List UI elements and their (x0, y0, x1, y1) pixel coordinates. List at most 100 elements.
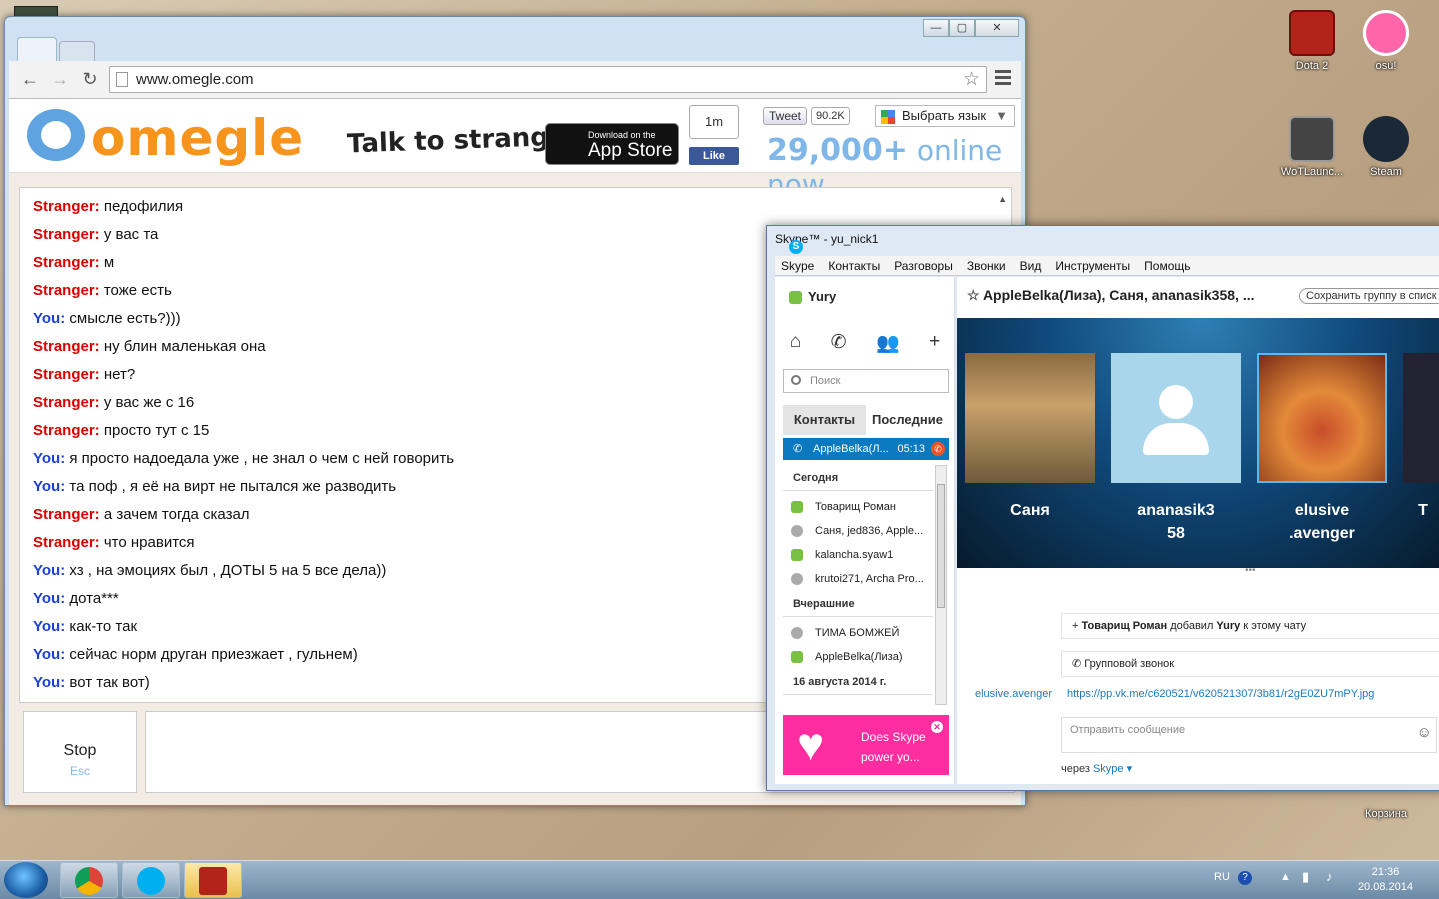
tab-recent[interactable]: Последние (866, 405, 949, 435)
participant-tile[interactable]: T (1403, 353, 1439, 522)
home-icon[interactable]: ⌂ (790, 331, 801, 355)
chat-message-text: дота*** (69, 590, 119, 607)
skype-search-input[interactable]: Поиск (783, 369, 949, 393)
skype-window: S Skype™ - yu_nick1 Skype Контакты Разговор… (766, 225, 1439, 791)
chat-message-author: You: (33, 618, 66, 635)
skype-menu-item[interactable]: Инструменты (1055, 256, 1130, 275)
help-icon[interactable]: ? (1238, 871, 1252, 885)
send-via: через Skype ▾ (1061, 763, 1133, 775)
end-call-icon[interactable]: ✆ (931, 442, 945, 456)
taskbar-chrome[interactable] (60, 862, 118, 898)
recent-item[interactable]: Товарищ Роман (783, 495, 933, 519)
omegle-logo-icon (27, 109, 85, 161)
skype-menu-item[interactable]: Skype (781, 256, 814, 275)
facebook-like-widget: 1m Like (689, 105, 739, 165)
chat-message-text: у вас же с 16 (103, 394, 195, 411)
save-group-button[interactable]: Сохранить группу в списк (1299, 288, 1439, 304)
forward-arrow-icon[interactable]: → (49, 69, 71, 90)
language-indicator[interactable]: RU (1214, 871, 1230, 883)
phone-icon[interactable]: ✆ (831, 331, 847, 355)
desktop-icon-osu[interactable]: osu! (1346, 10, 1426, 72)
tab-contacts[interactable]: Контакты (783, 405, 866, 435)
skype-menu-item[interactable]: Разговоры (894, 256, 953, 275)
tweet-button[interactable]: Tweet (763, 107, 808, 125)
default-avatar-icon (1111, 353, 1241, 483)
google-icon (881, 110, 895, 124)
recent-item[interactable]: krutoi271, Archa Pro... (783, 567, 933, 591)
conversation-title: ☆ AppleBelka(Лиза), Саня, ananasik358, .… (967, 287, 1255, 303)
close-button[interactable]: ✕ (975, 19, 1019, 37)
chat-event-added: + Товарищ Роман добавил Yury к этому чат… (1061, 613, 1439, 639)
chat-message-author: Stranger: (33, 394, 100, 411)
wot-icon (1289, 116, 1335, 162)
volume-icon[interactable]: ♪ (1326, 869, 1333, 884)
participant-tile-active[interactable]: elusive .avenger (1257, 353, 1387, 545)
language-select[interactable]: Выбрать язык ▼ (875, 105, 1015, 127)
show-hidden-icons[interactable]: ▲ (1280, 871, 1291, 883)
stop-button[interactable]: Stop Esc (23, 711, 137, 793)
desktop-icon-recycle-bin[interactable]: Корзина (1346, 808, 1426, 820)
skype-menu-item[interactable]: Помощь (1144, 256, 1190, 275)
call-stage: Саня ananasik3 58 elusive .avenger T (957, 318, 1439, 568)
recent-item[interactable]: ТИМА БОМЖЕЙ (783, 621, 933, 645)
desktop-icon-dota2[interactable]: Dota 2 (1272, 10, 1352, 72)
system-clock[interactable]: 21:36 20.08.2014 (1358, 865, 1413, 895)
network-icon[interactable]: ▮ (1302, 869, 1309, 885)
skype-menu-item[interactable]: Вид (1020, 256, 1042, 275)
participant-tile[interactable]: Саня (965, 353, 1095, 522)
scroll-up-icon[interactable]: ▲ (998, 194, 1007, 204)
skype-menu-item[interactable]: Контакты (828, 256, 880, 275)
taskbar-dota2[interactable] (184, 862, 242, 898)
skype-logo-icon: S (789, 240, 803, 254)
recent-list: Сегодня Товарищ Роман Саня, jed836, Apple.… (783, 465, 933, 699)
tweet-count: 90.2K (811, 107, 850, 125)
desktop-icon-wot[interactable]: WoTLaunc... (1272, 116, 1352, 178)
chat-message-author: You: (33, 646, 66, 663)
message-sender[interactable]: elusive.avenger (975, 688, 1052, 700)
emoticon-icon[interactable]: ☺ (1417, 724, 1432, 741)
skype-ad-banner[interactable]: ♥ Does Skype power yo... ✕ (783, 715, 949, 775)
chat-message-text: ну блин маленькая она (103, 338, 266, 355)
recent-list-scrollbar[interactable] (935, 465, 947, 705)
chat-message-author: You: (33, 310, 66, 327)
resize-handle[interactable]: ••• (1245, 565, 1256, 576)
taskbar-skype[interactable] (122, 862, 180, 898)
recent-item[interactable]: Саня, jed836, Apple... (783, 519, 933, 543)
omegle-logo[interactable]: omegle (23, 107, 303, 167)
close-ad-icon[interactable]: ✕ (931, 721, 943, 733)
recent-item[interactable]: kalancha.syaw1 (783, 543, 933, 567)
osu-icon (1363, 10, 1409, 56)
skype-message-input[interactable]: Отправить сообщение ☺ (1061, 717, 1437, 753)
app-store-badge[interactable]: Download on the App Store (545, 123, 679, 165)
group-icon[interactable]: 👥 (876, 331, 900, 355)
chat-message-text: нет? (103, 366, 136, 383)
fb-like-count: 1m (689, 105, 739, 139)
group-icon (791, 573, 803, 585)
chat-message-author: Stranger: (33, 422, 100, 439)
active-call-item[interactable]: ✆ AppleBelka(Л... 05:13 ✆ (783, 438, 949, 460)
back-arrow-icon[interactable]: ← (19, 69, 41, 90)
minimize-button[interactable]: — (923, 19, 949, 37)
chrome-icon (75, 867, 103, 895)
skype-user-status[interactable]: Yury (789, 289, 836, 305)
desktop-icon-steam[interactable]: Steam (1346, 116, 1426, 178)
send-via-select[interactable]: Skype (1093, 763, 1124, 775)
favorite-star-icon[interactable]: ☆ (967, 287, 980, 303)
address-bar[interactable]: www.omegle.com ☆ (109, 66, 987, 93)
fb-like-button[interactable]: Like (689, 147, 739, 165)
recent-item[interactable]: AppleBelka(Лиза) (783, 645, 933, 669)
new-tab-button[interactable] (59, 41, 95, 61)
steam-icon (1363, 116, 1409, 162)
browser-tab-omegle[interactable] (17, 37, 57, 61)
skype-menu-item[interactable]: Звонки (967, 256, 1006, 275)
message-link[interactable]: https://pp.vk.me/c620521/v620521307/3b81… (1067, 688, 1374, 700)
chat-message-text: сейчас норм друган приезжает , гульнем) (69, 646, 358, 663)
add-contact-icon[interactable]: + (929, 331, 940, 355)
reload-icon[interactable]: ↻ (79, 69, 101, 90)
start-button[interactable] (4, 862, 48, 898)
recent-section-header: Сегодня (783, 465, 933, 491)
bookmark-star-icon[interactable]: ☆ (963, 67, 980, 92)
participant-tile[interactable]: ananasik3 58 (1111, 353, 1241, 545)
chrome-menu-icon[interactable] (995, 70, 1011, 88)
maximize-button[interactable]: ▢ (949, 19, 975, 37)
